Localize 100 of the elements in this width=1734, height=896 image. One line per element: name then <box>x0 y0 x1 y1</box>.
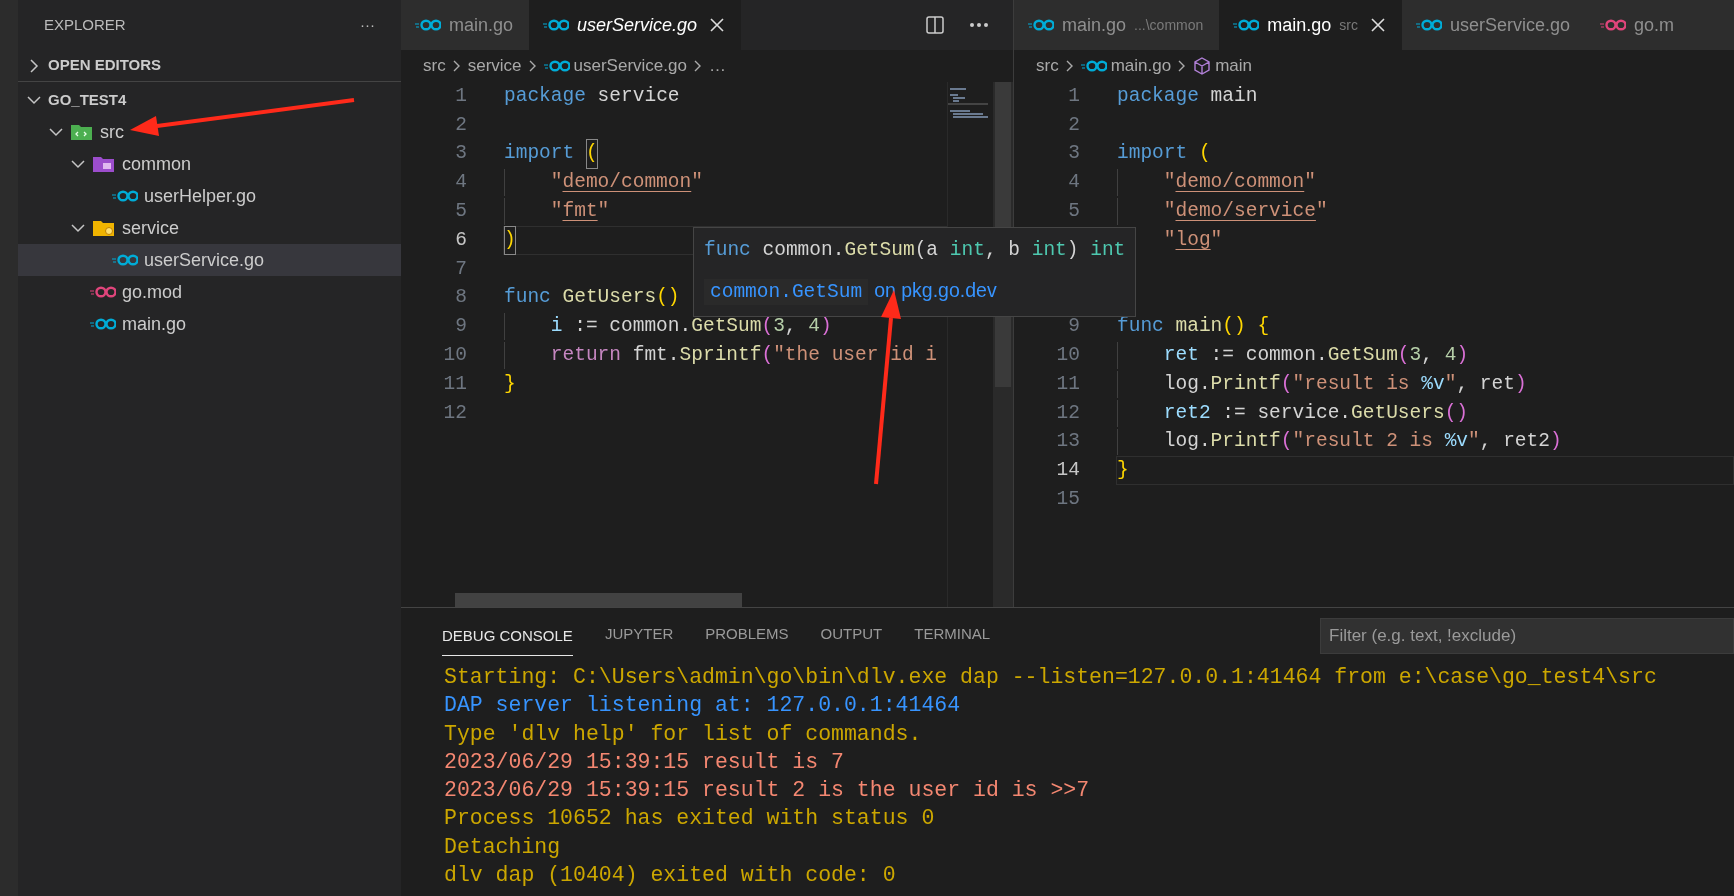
line-number: 9 <box>454 314 467 340</box>
editor-tab[interactable]: userService.go <box>529 0 742 50</box>
line-number: 12 <box>1055 400 1080 426</box>
code-line: return fmt.Sprintf("the user id i <box>503 341 938 370</box>
line-number: 4 <box>454 170 467 196</box>
panel-tab[interactable]: OUTPUT <box>804 608 899 663</box>
minimap-drawing <box>948 88 988 119</box>
line-number: 6 <box>454 227 467 253</box>
split-editor-icon[interactable] <box>925 15 945 35</box>
go-file-icon <box>543 60 570 72</box>
go-file-icon <box>1028 19 1054 31</box>
filter-field[interactable]: Filter (e.g. text, !exclude) <box>1320 617 1734 654</box>
line-number: 2 <box>1067 112 1080 138</box>
tree-item[interactable]: service <box>18 212 401 244</box>
separator-icon <box>1064 58 1075 74</box>
separator-icon <box>451 58 462 74</box>
editor-tab[interactable]: userService.go <box>1402 0 1587 50</box>
panel-tab[interactable]: TERMINAL <box>898 608 1007 663</box>
code-line: log.Printf("result 2 is %v", ret2) <box>1116 427 1563 457</box>
code-line: "demo/common" <box>503 168 704 198</box>
line-number: 3 <box>1067 141 1080 167</box>
panel-tab[interactable]: JUPYTER <box>588 608 690 663</box>
line-number: 1 <box>454 83 467 109</box>
code-line: ret2 := service.GetUsers() <box>1116 398 1470 428</box>
console-line: Detaching <box>444 833 562 861</box>
go-file-icon <box>415 19 441 31</box>
go-file-icon <box>1600 19 1627 31</box>
go-file-icon <box>112 190 138 202</box>
tree-item[interactable]: common <box>18 148 401 180</box>
line-number: 10 <box>1055 342 1080 368</box>
go-file-icon <box>1233 19 1260 31</box>
line-number: 9 <box>1067 314 1080 340</box>
console-line: Starting: C:\Users\admin\go\bin\dlv.exe dap --listen=127.0.0.1:41464 from e:\case\go_test4\src <box>444 664 1658 691</box>
editor-tab[interactable]: main.go ...\common <box>1014 0 1220 50</box>
go-file-icon <box>543 19 570 31</box>
code-line: import ( <box>1116 141 1212 167</box>
section-header[interactable]: GO_TEST4 <box>48 88 127 112</box>
line-number: 10 <box>442 342 467 368</box>
code-line: } <box>503 371 517 397</box>
code-folder-icon <box>70 122 94 142</box>
console-line: Type 'dlv help' for list of commands. <box>444 720 923 748</box>
cube-icon <box>1193 57 1212 75</box>
separator-icon <box>692 58 703 74</box>
more-button[interactable]: ··· <box>360 13 375 37</box>
tree-item[interactable]: userHelper.go <box>18 180 401 212</box>
close-icon[interactable] <box>709 17 726 33</box>
breadcrumb-item[interactable]: userService.go <box>543 53 687 79</box>
breadcrumb-item[interactable]: main <box>1193 53 1252 79</box>
line-number: 1 <box>1067 83 1080 109</box>
gear-folder-icon <box>92 218 116 238</box>
line-number: 4 <box>1067 170 1080 196</box>
breadcrumb-item[interactable]: src <box>1036 53 1059 79</box>
line-number: 5 <box>454 198 467 224</box>
separator-icon <box>527 58 538 74</box>
code-line: package service <box>503 83 681 109</box>
close-icon[interactable] <box>1370 17 1386 33</box>
sidebar-title: EXPLORER <box>44 14 126 35</box>
line-number: 7 <box>454 256 467 282</box>
editor-tab[interactable]: main.go <box>401 0 530 50</box>
breadcrumb-item[interactable]: main.go <box>1080 53 1172 79</box>
panel-tab[interactable]: DEBUG CONSOLE <box>426 608 589 663</box>
breadcrumb-item[interactable]: service <box>467 53 522 79</box>
code-line: log.Printf("result is %v", ret) <box>1116 369 1528 399</box>
code-line: "demo/service" <box>1116 197 1329 226</box>
section-header[interactable]: OPEN EDITORS <box>48 54 162 77</box>
breadcrumb-item[interactable]: … <box>708 53 726 79</box>
go-file-icon <box>90 318 116 330</box>
tree-item[interactable]: src <box>18 116 401 148</box>
line-number: 8 <box>454 285 467 311</box>
tree-item[interactable]: go.mod <box>18 276 401 308</box>
go-file-icon <box>1080 60 1107 72</box>
line-number: 11 <box>1055 371 1080 397</box>
line-number: 5 <box>1067 198 1080 224</box>
more-icon[interactable] <box>969 22 989 28</box>
scrollbar[interactable] <box>455 593 742 607</box>
console-line: dlv dap (10404) exited with code: 0 <box>444 862 897 890</box>
go-file-icon <box>1416 19 1442 31</box>
panel-tab[interactable]: PROBLEMS <box>689 608 805 663</box>
console-line: DAP server listening at: 127.0.0.1:41464 <box>444 692 962 720</box>
line-number: 2 <box>454 112 467 138</box>
editor-tab[interactable]: main.go src <box>1219 0 1402 50</box>
code-line: func main() { <box>1116 314 1271 340</box>
tree-item[interactable]: userService.go <box>18 244 401 276</box>
line-number: 12 <box>442 400 467 426</box>
go-file-icon <box>112 254 138 266</box>
line-number: 13 <box>1055 429 1080 455</box>
code-line: import ( <box>503 139 599 169</box>
line-number: 14 <box>1055 458 1080 484</box>
console-line: 2023/06/29 15:39:15 result is 7 <box>444 748 845 776</box>
console-line: Process 10652 has exited with status 0 <box>444 805 936 833</box>
go-file-icon <box>90 286 116 298</box>
code-line: "demo/common" <box>1116 168 1317 198</box>
tree-item[interactable]: main.go <box>18 308 401 340</box>
code-line: ret := common.GetSum(3, 4) <box>1116 341 1470 370</box>
code-line: "fmt" <box>503 197 611 226</box>
code-line: func GetUsers() <box>503 285 681 311</box>
breadcrumb-item[interactable]: src <box>423 53 446 79</box>
editor-tab[interactable]: go.m <box>1586 0 1734 50</box>
line-number: 15 <box>1055 486 1080 512</box>
line-number: 3 <box>454 141 467 167</box>
